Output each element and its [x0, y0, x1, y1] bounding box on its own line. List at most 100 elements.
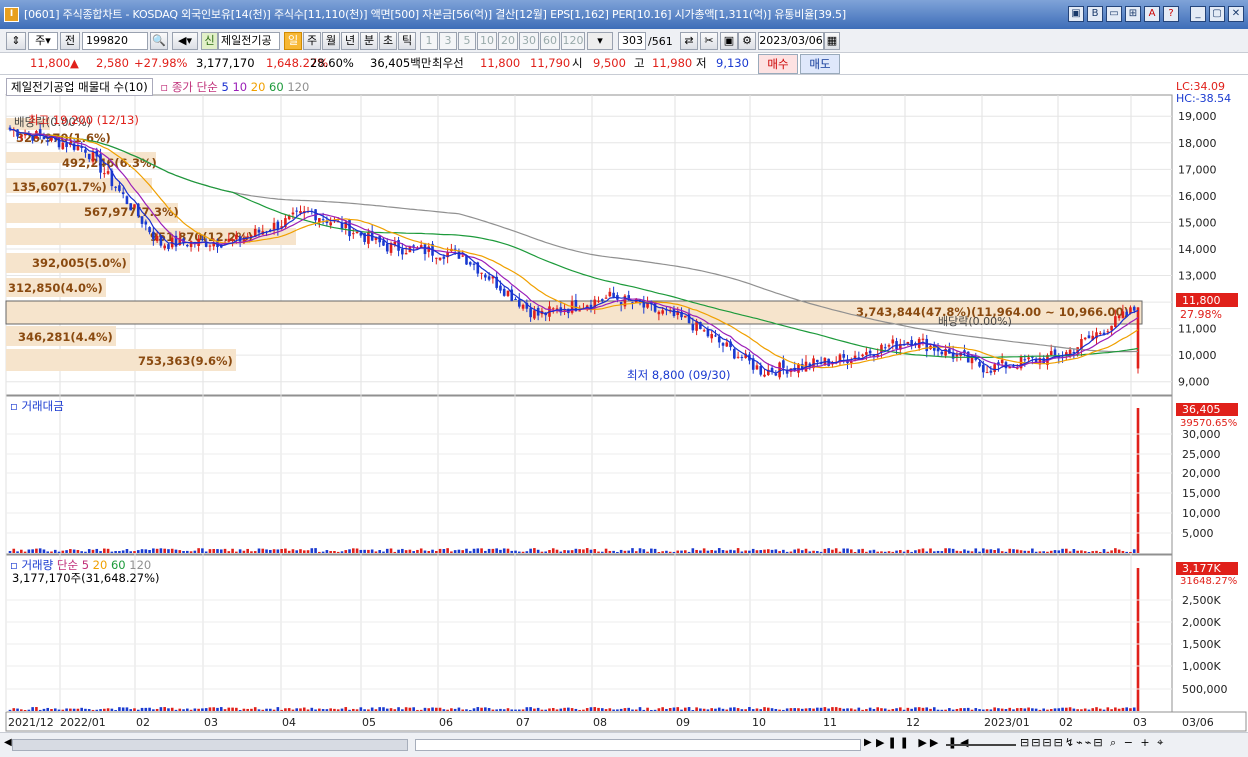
interval-select[interactable]: ▾ [587, 32, 613, 50]
tools-icon[interactable]: ✂ [700, 32, 718, 50]
amount-bar [883, 551, 887, 553]
volume-bar [253, 707, 257, 711]
scroll-thumb[interactable] [415, 739, 861, 751]
volume-bar [246, 708, 249, 711]
volume-bar [363, 709, 366, 711]
amount-bar [352, 548, 355, 553]
x-tick-label: 11 [823, 716, 837, 729]
y-tick-label: 30,000 [1182, 428, 1221, 441]
date-input[interactable]: 2023/03/06 [758, 32, 824, 50]
volume-profile-label: 753,363(9.6%) [138, 354, 233, 368]
candle-body [657, 311, 661, 315]
sell-button[interactable]: 매도 [800, 54, 840, 74]
stock-chart[interactable]: 19,000 18,000 17,000 16,000 15,000 14,000 13,0… [0, 75, 1248, 757]
amount-bar [125, 549, 129, 553]
candle-body [955, 354, 959, 357]
volume-bar [118, 707, 121, 711]
volume-bar [695, 707, 698, 711]
amount-bar [370, 549, 374, 553]
scroll-left-icon[interactable]: ◀ [4, 737, 12, 748]
calendar-icon[interactable]: ▦ [824, 32, 840, 50]
interval-20[interactable]: 20 [498, 32, 518, 50]
amount-bar [118, 551, 121, 553]
volume-bar [261, 709, 265, 711]
volume-bar [548, 708, 551, 711]
candle-body [521, 304, 525, 309]
volume-bar [148, 707, 151, 711]
amount-bar [974, 548, 978, 553]
chart-scrollbar[interactable]: ◀ ▶ ▶❚❚ ▶▶ ❚◀ ⊟⊟⊟⊟↯⌁⌁⊟ ⌕ − + ⌖ [0, 732, 1248, 757]
candle-body [435, 257, 438, 259]
buy-button[interactable]: 매수 [758, 54, 798, 74]
x-tick-label: 08 [593, 716, 607, 729]
best-bid: 11,790 [530, 56, 571, 70]
interval-1[interactable]: 1 [420, 32, 438, 50]
tab-week[interactable]: 주 [303, 32, 321, 50]
interval-3[interactable]: 3 [439, 32, 457, 50]
grid-icon[interactable]: ⊞ [1125, 6, 1141, 22]
maximize-button[interactable]: ▢ [1209, 6, 1225, 22]
bookmark-icon[interactable]: B [1087, 6, 1103, 22]
prev-button[interactable]: 전 [60, 32, 80, 50]
volume-bar [114, 709, 117, 711]
hc-label: HC:-38.54 [1176, 92, 1231, 105]
tab-year[interactable]: 년 [341, 32, 359, 50]
amount-bar [695, 549, 698, 553]
scroll-right-icon[interactable]: ▶ [864, 737, 872, 748]
tab-second[interactable]: 초 [379, 32, 397, 50]
search-icon[interactable]: 🔍 [150, 32, 168, 50]
volume-bar [978, 709, 981, 711]
amount-bar [257, 548, 261, 553]
pin-icon[interactable]: ⇕ [6, 32, 26, 50]
volume-bar [431, 707, 434, 711]
volume-bar [1004, 709, 1008, 711]
interval-120[interactable]: 120 [561, 32, 585, 50]
interval-30[interactable]: 30 [519, 32, 539, 50]
tab-tick[interactable]: 틱 [398, 32, 416, 50]
zoom-slider[interactable] [946, 744, 1016, 746]
code-input[interactable]: 199820 [82, 32, 148, 50]
low-value: 9,130 [716, 56, 749, 70]
volume-bar [1129, 708, 1132, 711]
volume-bar [846, 708, 849, 711]
interval-5[interactable]: 5 [458, 32, 476, 50]
amount-bar [435, 551, 438, 553]
amount-bar [819, 551, 823, 553]
count-input[interactable]: 303 [618, 32, 646, 50]
transfer-icon[interactable]: ⇄ [680, 32, 698, 50]
tab-month[interactable]: 월 [322, 32, 340, 50]
volume-bar [318, 708, 321, 711]
speaker-icon[interactable]: ◀▾ [172, 32, 198, 50]
amount-bar [450, 551, 453, 553]
candle-body [468, 262, 472, 265]
scroll-track[interactable] [12, 739, 408, 751]
chart-tool-icons[interactable]: ⊟⊟⊟⊟↯⌁⌁⊟ ⌕ − + ⌖ [1020, 736, 1165, 750]
candle-body [861, 354, 864, 357]
interval-60[interactable]: 60 [540, 32, 560, 50]
help-icon[interactable]: ? [1163, 6, 1179, 22]
amount-bar [982, 548, 985, 553]
volume-bar [152, 709, 155, 711]
volume-bar [1015, 708, 1019, 711]
amount-bar [12, 548, 16, 553]
minimize-button[interactable]: _ [1190, 6, 1206, 22]
save-icon[interactable]: ▣ [720, 32, 738, 50]
tab-day[interactable]: 일 [284, 32, 302, 50]
interval-10[interactable]: 10 [477, 32, 497, 50]
candle-body [1023, 359, 1027, 361]
close-button[interactable]: ✕ [1228, 6, 1244, 22]
tab-minute[interactable]: 분 [360, 32, 378, 50]
volume-bar [808, 708, 812, 711]
candle-body [484, 274, 487, 278]
type-select[interactable]: 주▾ [28, 32, 58, 50]
screen-icon[interactable]: ▣ [1068, 6, 1084, 22]
window-icon[interactable]: ▭ [1106, 6, 1122, 22]
amount-bar [914, 550, 917, 553]
volume-bar [521, 709, 525, 711]
volume-profile-label: 312,850(4.0%) [8, 281, 103, 295]
volume-bar [393, 709, 397, 711]
playback-controls[interactable]: ▶❚❚ ▶▶ ❚◀ [876, 736, 971, 749]
gear-icon[interactable]: ⚙ [738, 32, 756, 50]
font-icon[interactable]: A [1144, 6, 1160, 22]
amount-bar [868, 550, 872, 553]
